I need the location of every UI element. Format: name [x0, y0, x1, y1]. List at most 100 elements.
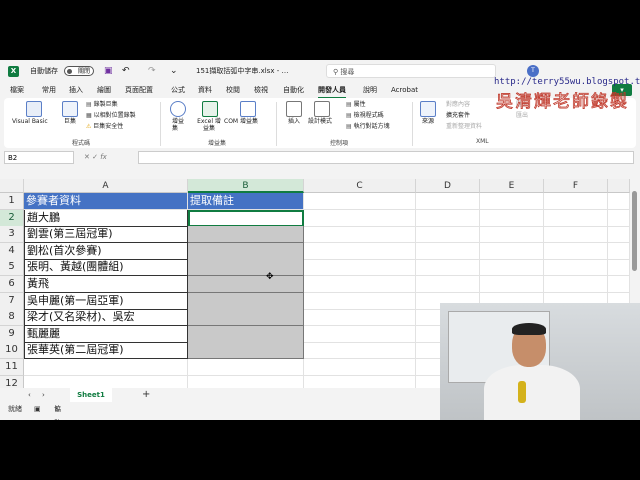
tab-developer[interactable]: 開發人員 [318, 84, 346, 99]
cell-c6[interactable] [304, 276, 416, 293]
column-header-f[interactable]: F [544, 179, 608, 193]
cell-b4[interactable] [188, 243, 304, 260]
cell-b11[interactable] [188, 359, 304, 376]
undo-icon[interactable]: ↶ [122, 60, 130, 82]
expansion-packs-button[interactable]: 擴充套件 [446, 112, 470, 120]
row-header-11[interactable]: 11 [0, 359, 24, 376]
row-header-10[interactable]: 10 [0, 342, 24, 359]
column-header-e[interactable]: E [480, 179, 544, 193]
cell-f4[interactable] [544, 243, 608, 260]
cell-e6[interactable] [480, 276, 544, 293]
row-header-9[interactable]: 9 [0, 326, 24, 343]
properties-button[interactable]: ▤ 屬性 [346, 101, 366, 109]
tab-file[interactable]: 檔案 [10, 84, 24, 97]
cell-b9[interactable] [188, 326, 304, 343]
tab-view[interactable]: 檢視 [254, 84, 268, 97]
xml-source-button[interactable]: 來源 [422, 118, 434, 126]
row-header-6[interactable]: 6 [0, 276, 24, 293]
cell-f1[interactable] [544, 193, 608, 210]
scroll-thumb[interactable] [632, 191, 637, 271]
refresh-data-button[interactable]: 重新整理資料 [446, 123, 482, 131]
cell-c2[interactable] [304, 210, 416, 227]
redo-icon[interactable]: ↷ [148, 60, 156, 82]
select-all-corner[interactable] [0, 179, 24, 193]
cell-b6[interactable] [188, 276, 304, 293]
row-header-4[interactable]: 4 [0, 243, 24, 260]
cell-a6[interactable]: 黃飛 [24, 276, 188, 293]
addins-button[interactable]: 增益集 [172, 118, 186, 132]
cell-b3[interactable] [188, 226, 304, 243]
cell-e5[interactable] [480, 259, 544, 276]
tab-automate[interactable]: 自動化 [283, 84, 304, 97]
enter-icon[interactable]: ✓ [92, 153, 100, 161]
cell-e4[interactable] [480, 243, 544, 260]
cell-g4[interactable] [608, 243, 630, 260]
header-cell-a1[interactable]: 參賽者資料 [24, 193, 188, 210]
cell-c9[interactable] [304, 326, 416, 343]
cell-c7[interactable] [304, 293, 416, 310]
cell-e3[interactable] [480, 226, 544, 243]
prev-sheet-icon[interactable]: ‹ [28, 388, 31, 402]
active-cell-b2[interactable] [188, 210, 304, 227]
cell-b10[interactable] [188, 342, 304, 359]
tab-draw[interactable]: 繪圖 [97, 84, 111, 97]
column-header-g[interactable] [608, 179, 630, 193]
cell-f2[interactable] [544, 210, 608, 227]
cell-c1[interactable] [304, 193, 416, 210]
com-addins-button[interactable]: COM 增益集 [224, 118, 258, 126]
cell-a2[interactable]: 趙大鵬 [24, 210, 188, 227]
view-code-button[interactable]: ▤ 檢視程式碼 [346, 112, 384, 120]
cell-e1[interactable] [480, 193, 544, 210]
formula-input[interactable] [138, 151, 634, 164]
cell-d2[interactable] [416, 210, 480, 227]
tab-formulas[interactable]: 公式 [171, 84, 185, 97]
function-icon[interactable]: fx [100, 153, 107, 161]
tab-review[interactable]: 校閱 [226, 84, 240, 97]
cell-g1[interactable] [608, 193, 630, 210]
cell-b5[interactable] [188, 259, 304, 276]
cell-d4[interactable] [416, 243, 480, 260]
row-header-5[interactable]: 5 [0, 259, 24, 276]
cell-d5[interactable] [416, 259, 480, 276]
cell-a9[interactable]: 甄麗麗 [24, 326, 188, 343]
cell-d3[interactable] [416, 226, 480, 243]
cell-a10[interactable]: 張華英(第二屆冠軍) [24, 342, 188, 359]
row-header-2[interactable]: 2 [0, 210, 24, 227]
cell-e2[interactable] [480, 210, 544, 227]
relative-ref-button[interactable]: ▦ 以相對位置錄製 [86, 112, 136, 120]
cell-a8[interactable]: 梁才(又名梁材)、吳宏 [24, 309, 188, 326]
header-cell-b1[interactable]: 提取備註 [188, 193, 304, 210]
cell-c8[interactable] [304, 309, 416, 326]
macro-security-button[interactable]: ⚠ 巨集安全性 [86, 123, 123, 131]
row-header-1[interactable]: 1 [0, 193, 24, 210]
row-header-7[interactable]: 7 [0, 293, 24, 310]
autosave-toggle[interactable]: 關閉 [64, 66, 94, 76]
insert-control-button[interactable]: 插入 [288, 118, 300, 126]
cell-a4[interactable]: 劉松(首次參賽) [24, 243, 188, 260]
cell-f5[interactable] [544, 259, 608, 276]
record-macro-button[interactable]: ▤ 錄製巨集 [86, 101, 118, 109]
cell-g3[interactable] [608, 226, 630, 243]
macros-button[interactable]: 巨集 [64, 118, 76, 126]
cancel-icon[interactable]: ✕ [84, 153, 92, 161]
tab-acrobat[interactable]: Acrobat [391, 84, 418, 97]
avatar[interactable]: T [527, 65, 539, 77]
cell-d1[interactable] [416, 193, 480, 210]
cell-b7[interactable] [188, 293, 304, 310]
save-icon[interactable]: ▣ [104, 60, 113, 82]
column-header-b[interactable]: B [188, 179, 304, 193]
design-mode-button[interactable]: 設計模式 [308, 118, 332, 126]
name-box[interactable]: B2 [4, 151, 74, 164]
customize-toolbar-icon[interactable]: ⌄ [170, 60, 178, 82]
add-sheet-button[interactable]: + [142, 388, 150, 402]
cell-c11[interactable] [304, 359, 416, 376]
column-header-d[interactable]: D [416, 179, 480, 193]
cell-a7[interactable]: 吳申麗(第一屆亞軍) [24, 293, 188, 310]
cell-g6[interactable] [608, 276, 630, 293]
column-header-c[interactable]: C [304, 179, 416, 193]
cell-c10[interactable] [304, 342, 416, 359]
cell-c4[interactable] [304, 243, 416, 260]
cell-a5[interactable]: 張明、黃越(團體組) [24, 259, 188, 276]
export-button[interactable]: 匯出 [516, 112, 528, 120]
visual-basic-button[interactable]: Visual Basic [12, 118, 48, 126]
